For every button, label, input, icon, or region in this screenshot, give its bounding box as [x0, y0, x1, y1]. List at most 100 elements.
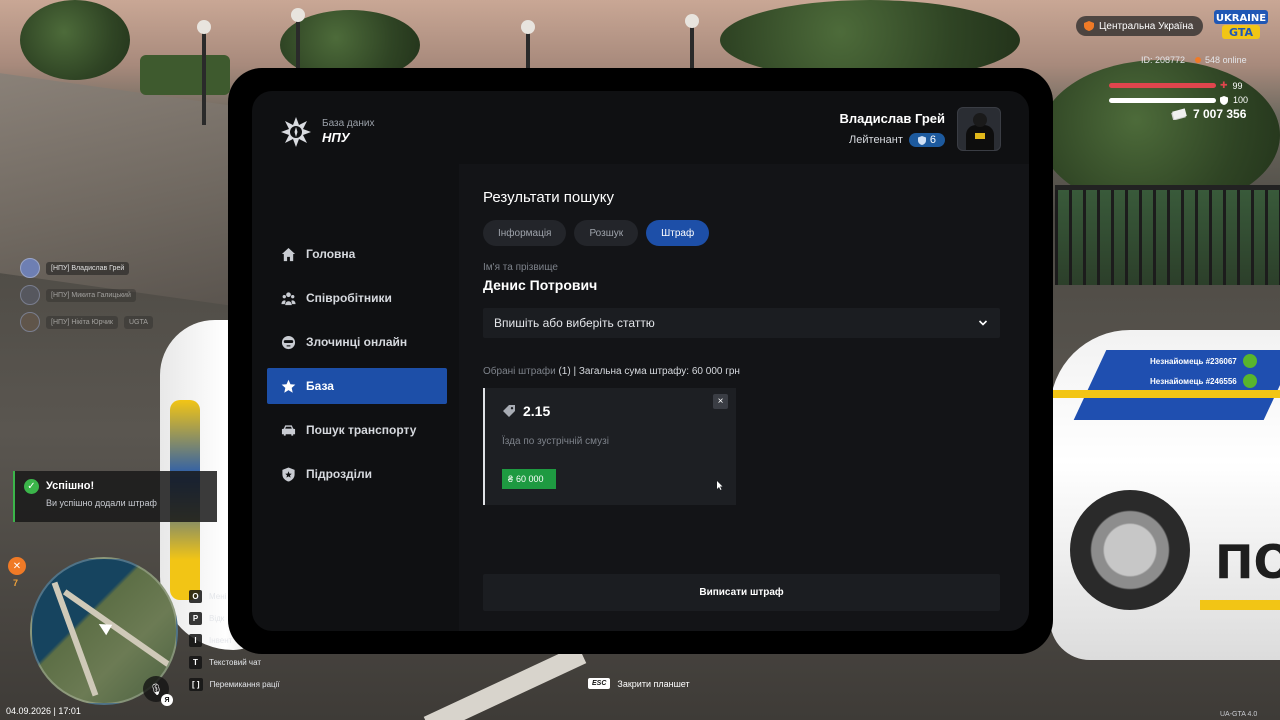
notification-title: Успішно!	[46, 480, 95, 492]
sidebar-item-employees[interactable]: Співробітники	[267, 280, 447, 316]
chat-member: [НПУ] Микита Галицький	[20, 285, 153, 305]
tab-information[interactable]: Інформація	[483, 220, 567, 246]
sidebar-item-label: Пошук транспорту	[306, 423, 417, 437]
nearby-player-name: Незнайомець #246556	[1150, 376, 1237, 386]
street-lamp	[521, 20, 535, 70]
tab-bar: Інформація Розшук Штраф	[483, 220, 710, 246]
key-cap: O	[189, 590, 202, 603]
tab-fine[interactable]: Штраф	[646, 220, 710, 246]
brand-name: НПУ	[322, 130, 350, 145]
notification-message: Ви успішно додали штраф	[46, 498, 157, 508]
sidebar-item-label: Співробітники	[306, 291, 392, 305]
keybind-hint: I Інвент	[189, 633, 280, 648]
sidebar-item-home[interactable]: Головна	[267, 236, 447, 272]
hryvnia-icon: ₴	[508, 474, 514, 484]
close-tablet-hint: ESC Закрити планшет	[588, 678, 690, 689]
member-name: [НПУ] Владислав Грей	[46, 261, 130, 275]
keybind-label: Відк	[209, 614, 225, 623]
user-name: Владислав Грей	[839, 111, 945, 126]
chat-member: [НПУ] Владислав Грей	[20, 258, 153, 278]
key-cap: P	[189, 612, 202, 625]
avatar	[957, 107, 1001, 151]
check-icon: ✓	[24, 479, 39, 494]
hedge	[140, 55, 230, 95]
nearby-player: Незнайомець #236067	[1150, 353, 1257, 369]
summary-label: Обрані штрафи	[483, 366, 556, 377]
sidebar-item-database[interactable]: База	[267, 368, 447, 404]
shield-icon	[282, 466, 295, 482]
armor-stat: 100	[1220, 95, 1248, 105]
street-lamp	[291, 8, 305, 68]
armor-shield-icon	[1220, 95, 1228, 105]
nearby-player: Незнайомець #246556	[1150, 373, 1257, 389]
key-cap: [ ]	[189, 678, 203, 691]
article-select[interactable]: Впишіть або виберіть статтю	[483, 308, 1000, 338]
hunger-icon: ✕	[8, 557, 26, 575]
keybind-hint: P Відк	[189, 611, 280, 626]
nearby-players: Незнайомець #236067 Незнайомець #246556	[1150, 353, 1257, 393]
user-rank: Лейтенант	[849, 134, 903, 146]
tag-icon	[503, 405, 515, 417]
issue-fine-button[interactable]: Виписати штраф	[483, 574, 1000, 611]
online-count: 548 online	[1195, 55, 1247, 65]
game-version: UA-GTA 4.0	[1220, 711, 1258, 718]
chevron-down-icon	[978, 320, 988, 326]
armor-value: 100	[1233, 95, 1249, 105]
keybind-hint: T Текстовий чат	[189, 655, 280, 670]
keybind-label: Мені	[209, 592, 227, 601]
police-tablet: База даних НПУ Владислав Грей Лейтенант …	[228, 68, 1053, 654]
sidebar-item-divisions[interactable]: Підрозділи	[267, 456, 447, 492]
mouse-cursor-icon	[717, 481, 723, 490]
user-profile: Владислав Грей Лейтенант 6	[840, 107, 1001, 151]
sidebar-item-label: Головна	[306, 247, 356, 261]
fine-amount-badge: ₴ 60 000	[502, 469, 556, 489]
sidebar-item-vehicle-search[interactable]: Пошук транспорту	[267, 412, 447, 448]
money-icon	[1171, 108, 1187, 120]
fine-description: Їзда по зустрічній смузі	[502, 436, 609, 447]
region-name: Центральна Україна	[1099, 20, 1194, 32]
star-icon	[281, 379, 296, 393]
keybind-hint: [ ] Перемикання рації	[189, 677, 280, 692]
esc-key: ESC	[588, 678, 611, 689]
person-name: Денис Потрович	[483, 277, 598, 293]
health-bar	[1109, 83, 1216, 88]
key-cap: I	[189, 634, 202, 647]
date-time: 04.09.2026 | 17:01	[6, 706, 81, 716]
fines-summary: Обрані штрафи (1) | Загальна сума штрафу…	[483, 366, 740, 377]
region-badge: Центральна Україна	[1076, 16, 1204, 36]
sidebar-item-label: База	[306, 379, 334, 393]
member-name: [НПУ] Микита Галицький	[46, 288, 136, 302]
remove-fine-button[interactable]: ×	[713, 394, 728, 409]
health-stat: ✚ 99	[1220, 80, 1243, 91]
svg-text:GTA: GTA	[1229, 26, 1253, 39]
car-lettering: ПО	[1215, 535, 1280, 589]
police-badge-icon	[281, 117, 311, 147]
online-dot-icon	[1195, 57, 1202, 63]
keybind-label: Перемикання рації	[209, 680, 280, 689]
hunger-value: 7	[13, 578, 19, 588]
server-info: ID: 208772 548 online	[1141, 55, 1247, 65]
name-label: Ім'я та прізвище	[483, 262, 558, 273]
sidebar-item-label: Підрозділи	[306, 467, 372, 481]
summary-total: (1) | Загальна сума штрафу: 60 000 грн	[555, 366, 740, 377]
tab-wanted[interactable]: Розшук	[574, 220, 639, 246]
sidebar: Головна Співробітники Злочинці онлайн Ба…	[267, 236, 447, 500]
region-emblem-icon	[1084, 21, 1094, 31]
sidebar-item-criminals-online[interactable]: Злочинці онлайн	[267, 324, 447, 360]
criminal-icon	[281, 335, 296, 349]
shield-icon	[917, 135, 926, 145]
users-icon	[281, 291, 296, 305]
car-icon	[281, 424, 296, 436]
server-logo: UKRAINE GTA	[1214, 10, 1268, 39]
sidebar-item-label: Злочинці онлайн	[306, 335, 408, 349]
fence	[1055, 185, 1280, 285]
money-value: 7 007 356	[1193, 107, 1247, 121]
user-level-badge: 6	[908, 133, 945, 147]
page-title: Результати пошуку	[483, 189, 614, 206]
svg-text:UKRAINE: UKRAINE	[1216, 13, 1266, 24]
article-select-text: Впишіть або виберіть статтю	[494, 316, 655, 330]
fine-amount: 60 000	[516, 474, 544, 484]
armor-bar	[1109, 98, 1216, 103]
road-marking	[423, 645, 587, 720]
tablet-screen: База даних НПУ Владислав Грей Лейтенант …	[252, 91, 1029, 631]
